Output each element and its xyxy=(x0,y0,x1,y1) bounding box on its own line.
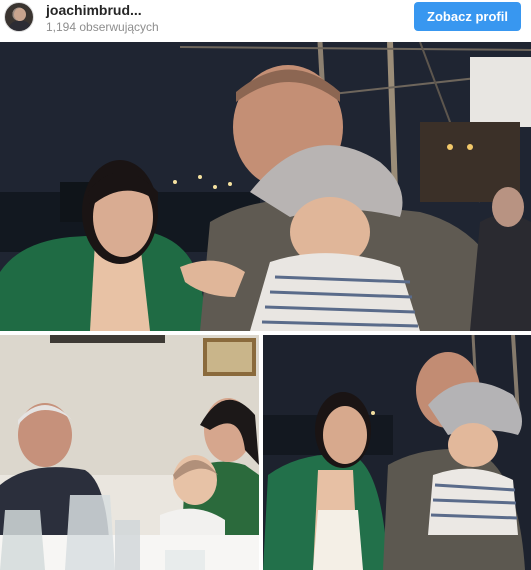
photo-night-harbor-family-2-art xyxy=(263,335,531,570)
profile-avatar[interactable] xyxy=(4,2,34,32)
username[interactable]: joachimbrud... xyxy=(46,2,142,18)
photo-night-harbor-family-2[interactable] xyxy=(263,335,531,570)
photo-dinner-table-art xyxy=(0,335,259,570)
avatar-face xyxy=(14,8,26,21)
avatar-body xyxy=(9,21,31,31)
follower-count: 1,194 obserwujących xyxy=(46,20,159,34)
photo-dinner-table[interactable] xyxy=(0,335,259,570)
photo-night-harbor-family[interactable] xyxy=(0,42,531,331)
profile-header: joachimbrud... 1,194 obserwujących Zobac… xyxy=(0,0,531,38)
photo-night-harbor-family-art xyxy=(0,42,531,331)
view-profile-button[interactable]: Zobacz profil xyxy=(414,2,521,31)
